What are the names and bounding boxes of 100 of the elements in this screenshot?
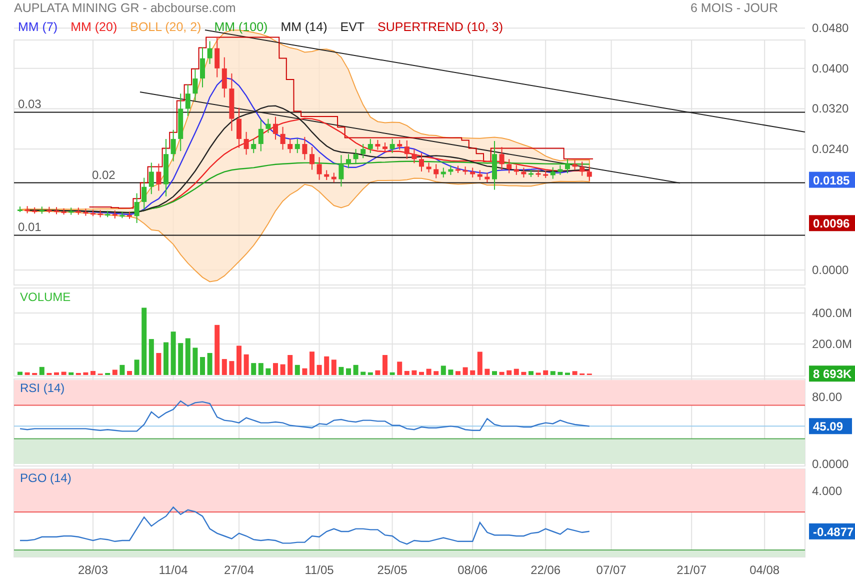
volume-bar (316, 364, 322, 375)
legend-item[interactable]: SUPERTREND (10, 3) (378, 20, 504, 34)
candlestick (346, 154, 351, 169)
volume-bar (572, 371, 578, 375)
candlestick (456, 165, 460, 174)
candlestick (200, 46, 205, 88)
volume-bar (164, 342, 168, 375)
volume-bar (390, 372, 395, 375)
candlestick (426, 162, 432, 173)
value-tag: 45.09 (809, 418, 852, 434)
legend-item[interactable]: MM (100) (214, 20, 268, 34)
period-label: 6 MOIS - JOUR (690, 1, 778, 17)
volume-bar (543, 370, 548, 375)
candlestick (76, 207, 81, 216)
volume-bar (229, 361, 234, 375)
volume-bar (470, 370, 476, 375)
candlestick (178, 93, 184, 152)
candlestick (170, 129, 176, 162)
volume-bar (550, 371, 556, 375)
volume-bar (244, 354, 249, 375)
date-label: 25/05 (377, 563, 408, 577)
candlestick (61, 208, 66, 216)
volume-bar (360, 372, 366, 375)
date-label: 22/06 (530, 563, 561, 577)
candlestick (288, 138, 293, 154)
date-label: 21/07 (676, 563, 707, 577)
candlestick (164, 138, 168, 197)
candlestick (550, 166, 556, 180)
candlestick (324, 170, 330, 180)
legend-item[interactable]: EVT (340, 20, 365, 34)
volume-bar (266, 368, 271, 375)
axis-label: 0.0320 (812, 102, 849, 116)
chart-title: AUPLATA MINING GR - abcbourse.com (14, 1, 236, 17)
candlestick (404, 140, 410, 160)
candlestick (236, 107, 242, 148)
value-tag: 0.0096 (809, 215, 855, 232)
candlestick (39, 206, 44, 214)
candlestick (514, 164, 519, 176)
candlestick (207, 40, 212, 64)
candlestick (580, 161, 585, 176)
candlestick (83, 208, 88, 216)
volume-bar (324, 356, 330, 375)
axis-label: 0.0400 (812, 61, 849, 76)
volume-bar (68, 372, 74, 375)
legend-item[interactable]: MM (14) (280, 20, 328, 34)
axis-label: 400.0M (812, 306, 852, 320)
candlestick (368, 138, 373, 154)
panel-title: PGO (14) (20, 471, 72, 485)
candlestick (24, 206, 30, 214)
volume-bar (346, 368, 351, 375)
candlestick (506, 158, 512, 174)
candlestick (586, 166, 592, 182)
candlestick (397, 139, 402, 150)
candlestick (477, 170, 482, 180)
volume-bar (477, 352, 482, 375)
candlestick (214, 36, 220, 78)
volume-bar (112, 370, 118, 375)
volume-bar (127, 370, 132, 375)
axis-label: 0.0000 (812, 457, 849, 471)
legend-item[interactable]: MM (20) (70, 20, 118, 34)
volume-bar (170, 332, 176, 375)
volume-bar (456, 371, 460, 375)
candlestick (156, 163, 162, 192)
candlestick (521, 167, 526, 178)
date-label: 28/03 (78, 563, 108, 577)
candlestick (258, 119, 264, 152)
volume-bar (83, 372, 88, 375)
legend-item[interactable]: MM (7) (18, 20, 58, 34)
axis-label: 0.0240 (812, 142, 849, 156)
volume-bar (302, 368, 308, 375)
volume-bar (448, 370, 454, 375)
value-tag: -0.4877 (809, 523, 855, 540)
volume-bar (18, 372, 22, 375)
candlestick (134, 192, 140, 224)
axis-label: 80.00 (812, 390, 842, 404)
axis-label: 4.000 (812, 484, 842, 498)
volume-bar (288, 355, 293, 375)
volume-bar (404, 370, 410, 375)
candlestick (142, 177, 147, 210)
candlestick (54, 206, 59, 215)
value-tag: 0.0185 (809, 172, 855, 188)
volume-bar (39, 366, 44, 375)
candlestick (120, 211, 125, 219)
candlestick (127, 211, 132, 220)
volume-bar (134, 360, 140, 375)
candlestick (266, 118, 271, 134)
axis-label: 0.0480 (812, 21, 849, 36)
candlestick (462, 166, 468, 176)
candlestick (244, 131, 249, 156)
candlestick (294, 138, 300, 154)
candlestick (484, 172, 490, 183)
axis-label: 0.0000 (812, 263, 849, 277)
candlestick (492, 140, 497, 190)
volume-bar (382, 355, 388, 375)
volume-bar (178, 343, 184, 375)
candlestick (90, 209, 96, 217)
volume-bar (200, 357, 205, 375)
candlestick (68, 207, 74, 216)
level-label: 0.02 (92, 168, 116, 182)
panel-title: RSI (14) (20, 381, 65, 395)
